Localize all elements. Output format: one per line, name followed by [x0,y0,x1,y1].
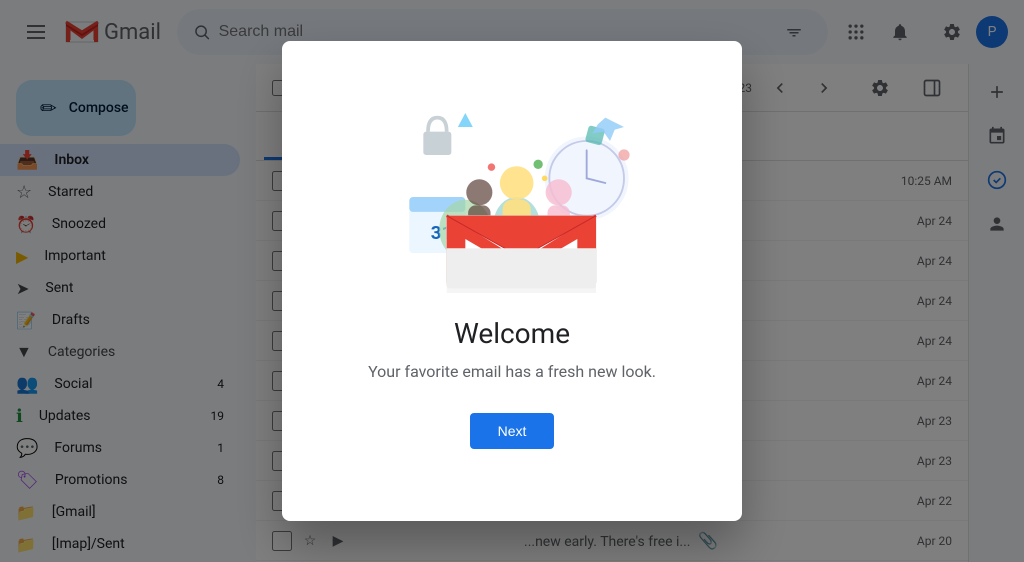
welcome-modal: 31 [282,41,742,521]
modal-illustration: 31 [372,73,652,293]
modal-next-button[interactable]: Next [470,413,555,449]
modal-title: Welcome [454,317,570,350]
modal-overlay[interactable]: 31 [0,0,1024,562]
modal-subtitle: Your favorite email has a fresh new look… [368,362,656,381]
